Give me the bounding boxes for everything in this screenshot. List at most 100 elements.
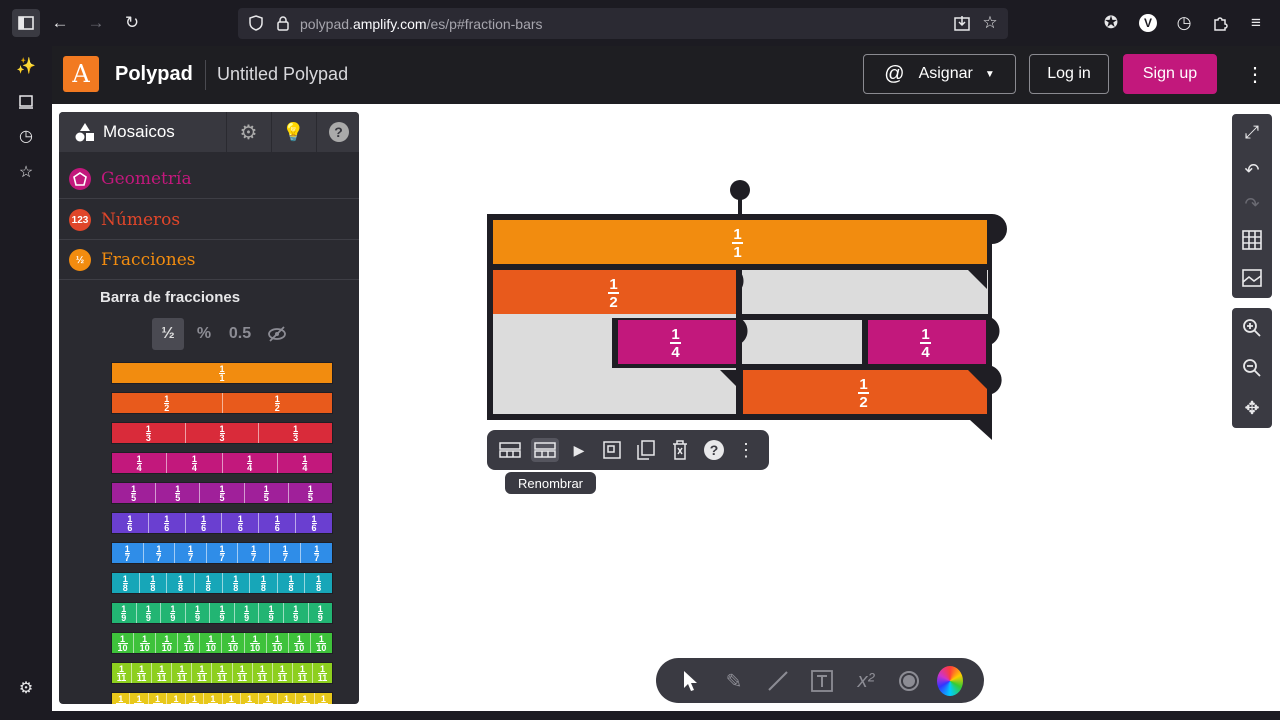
reload-icon[interactable]: ↻: [120, 11, 144, 35]
format-percent-button[interactable]: %: [189, 318, 219, 350]
profile-avatar[interactable]: V: [1136, 11, 1160, 35]
fraction-bar-cell: 15: [156, 483, 201, 503]
rename-bar-icon[interactable]: [531, 438, 559, 462]
lock-icon[interactable]: [271, 11, 295, 35]
select-cursor-icon[interactable]: [677, 668, 703, 694]
fraction-bar-tile[interactable]: 191919191919191919: [111, 602, 333, 624]
category-fractions[interactable]: ½ Fracciones: [59, 240, 359, 280]
line-icon[interactable]: [765, 668, 791, 694]
fraction-bar-tile[interactable]: 17171717171717: [111, 542, 333, 564]
fraction-bar-tile[interactable]: 1 11 1 11 1 11 1 11 1 11 1 11 1 11 1 11 1 11 1 11 1 11: [111, 662, 333, 684]
fraction-bar-cell: 17: [270, 543, 302, 563]
fraction-bar-tile[interactable]: 131313: [111, 422, 333, 444]
more-options-icon[interactable]: ⋮: [733, 438, 759, 462]
more-options-icon[interactable]: ⋮: [1245, 62, 1265, 86]
fraction-bar-tile[interactable]: 161616161616: [111, 512, 333, 534]
fraction-bar-tile[interactable]: 11: [111, 362, 333, 384]
login-button[interactable]: Log in: [1029, 54, 1109, 94]
fraction-bar-cell: 19: [161, 603, 186, 623]
fraction-bar-cell: 112: [223, 693, 241, 704]
format-decimal-button[interactable]: 0.5: [224, 318, 256, 350]
polypad-logo[interactable]: A: [63, 56, 99, 92]
fraction-bar-cell: 16: [259, 513, 297, 533]
text-icon[interactable]: [809, 668, 835, 694]
format-fraction-button[interactable]: ½: [152, 318, 184, 350]
split-bar-icon[interactable]: [497, 438, 523, 462]
zoom-out-icon[interactable]: [1240, 356, 1264, 380]
pan-icon[interactable]: ✥: [1240, 396, 1264, 420]
fraction-bar-cell: 1 11: [233, 663, 253, 683]
fraction-bar-cell: 1 10: [134, 633, 157, 653]
help-icon[interactable]: ?: [316, 112, 359, 152]
ai-sparkle-icon[interactable]: ✨: [14, 54, 38, 78]
undo-icon[interactable]: ↶: [1240, 158, 1264, 182]
canvas-tools-top: ⤢ ↶ ↷: [1232, 114, 1272, 298]
lightbulb-icon[interactable]: 💡: [271, 112, 315, 152]
back-icon[interactable]: ←: [48, 11, 72, 35]
fullscreen-icon[interactable]: ⤢: [1240, 120, 1264, 144]
history-icon[interactable]: ◷: [1172, 11, 1196, 35]
address-bar[interactable]: polypad.amplify.com/es/p#fraction-bars ☆: [238, 8, 1008, 39]
group-handle: [730, 180, 750, 200]
fraction-bar-cell: 1 10: [245, 633, 267, 653]
fraction-bar-cell: 1 11: [317, 663, 328, 683]
shield-icon[interactable]: [244, 11, 268, 35]
fraction-bar-cell: 112: [186, 693, 205, 704]
forward-icon[interactable]: →: [84, 11, 108, 35]
fraction-bar-cell: 18: [167, 573, 195, 593]
zoom-in-icon[interactable]: [1240, 316, 1264, 340]
category-geometry[interactable]: Geometría: [59, 159, 359, 199]
at-sign-icon: @: [884, 62, 905, 85]
history-sidebar-icon[interactable]: ◷: [14, 124, 38, 148]
menu-icon[interactable]: ≡: [1244, 11, 1268, 35]
settings-gear-icon[interactable]: ⚙: [14, 676, 38, 700]
category-numbers[interactable]: 123 Números: [59, 200, 359, 240]
panel-title: Mosaicos: [103, 122, 175, 141]
equation-icon[interactable]: x²: [853, 668, 879, 694]
bookmarks-sidebar-icon[interactable]: ☆: [14, 160, 38, 184]
fraction-bar-cell: 14: [112, 453, 168, 473]
assign-button[interactable]: @ Asignar ▼: [863, 54, 1016, 94]
settings-gear-icon[interactable]: ⚙: [226, 112, 270, 152]
download-page-icon[interactable]: [950, 11, 974, 35]
group-icon[interactable]: [599, 438, 625, 462]
fraction-bar-cell: 18: [278, 573, 306, 593]
grid-icon[interactable]: [1240, 228, 1264, 252]
help-icon[interactable]: ?: [701, 438, 727, 462]
fraction-bar-cell: 19: [259, 603, 284, 623]
duplicate-icon[interactable]: [633, 438, 659, 462]
fraction-bar-tile[interactable]: 1818181818181818: [111, 572, 333, 594]
tabs-icon[interactable]: [14, 90, 38, 114]
fraction-bar-tile[interactable]: 12 12: [111, 392, 333, 414]
fraction-bar-tile[interactable]: 112112112112112112112112112112112112: [111, 692, 333, 704]
shape-circle-icon[interactable]: [896, 668, 922, 694]
fraction-bar-cell: 18: [195, 573, 223, 593]
fraction-bar-tile[interactable]: 1515151515: [111, 482, 333, 504]
fraction-bar-tile[interactable]: 1 10 1 10 1 10 1 10 1 10 1 10 1 10 1 10 1 10 1 10: [111, 632, 333, 654]
document-title[interactable]: Untitled Polypad: [217, 64, 348, 85]
redo-icon[interactable]: ↷: [1240, 192, 1264, 216]
extensions-icon[interactable]: [1208, 11, 1232, 35]
fraction-bar-cell: 112: [204, 693, 223, 704]
bookmark-star-icon[interactable]: ☆: [978, 11, 1002, 35]
pen-icon[interactable]: ✎: [721, 668, 747, 694]
fraction-bar-tile[interactable]: 14141414: [111, 452, 333, 474]
fraction-bar-cell: 16: [311, 513, 317, 533]
chevron-down-icon: ▼: [984, 68, 995, 80]
fraction-bar-cell: 15: [245, 483, 289, 503]
brand-name[interactable]: Polypad: [115, 63, 193, 86]
numbers-icon: 123: [69, 209, 91, 231]
favorites-icon[interactable]: ✪: [1099, 11, 1123, 35]
fraction-bar-cell: 16: [149, 513, 186, 533]
fraction-bar-cell: 19: [235, 603, 260, 623]
hide-labels-icon[interactable]: [262, 318, 292, 350]
play-icon[interactable]: ▶: [566, 438, 592, 462]
fraction-bar-cell: 14: [302, 453, 308, 473]
fraction-bar-cell: 1 10: [267, 633, 289, 653]
fraction-bar-cell: 18: [250, 573, 278, 593]
image-export-icon[interactable]: [1240, 266, 1264, 290]
sidebar-toggle-icon[interactable]: [12, 9, 40, 37]
delete-icon[interactable]: [667, 438, 693, 462]
color-picker-icon[interactable]: [937, 666, 963, 696]
signup-button[interactable]: Sign up: [1123, 54, 1217, 94]
